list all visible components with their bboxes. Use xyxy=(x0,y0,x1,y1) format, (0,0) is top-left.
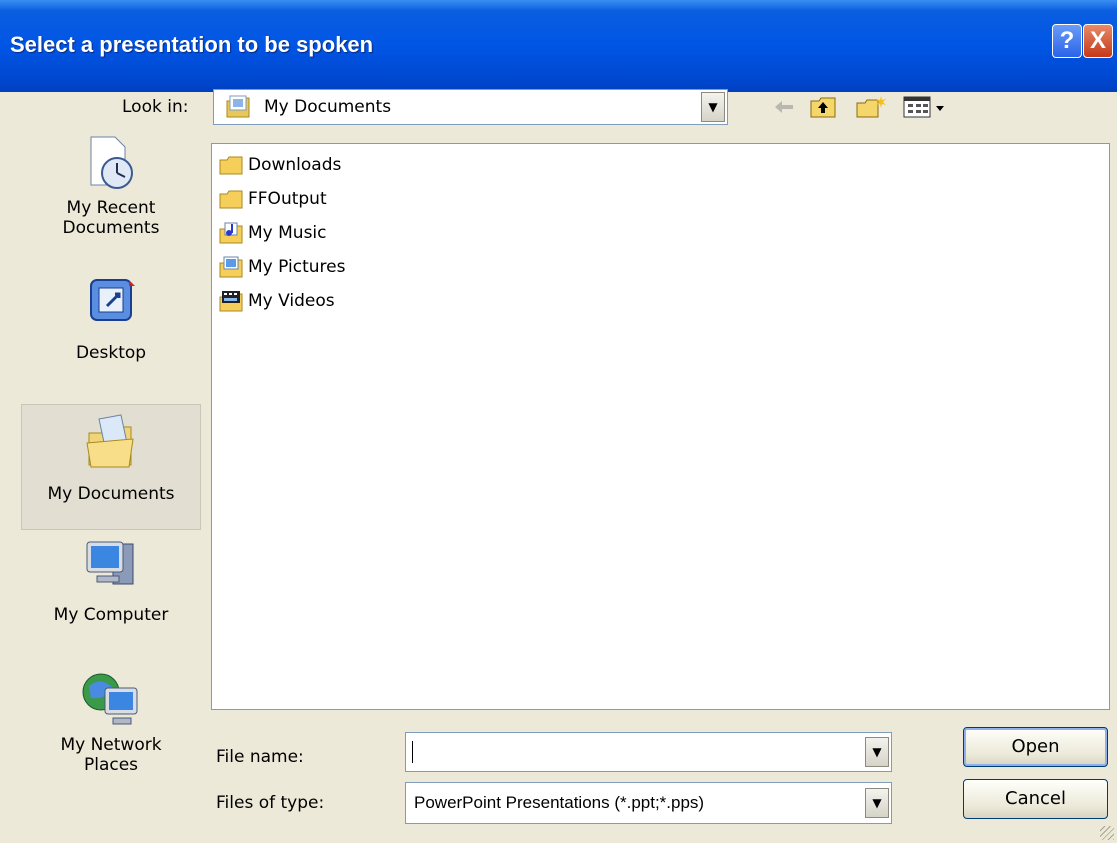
place-label-line1: My Recent xyxy=(66,198,156,218)
folder-icon xyxy=(219,156,243,175)
pictures-folder-icon xyxy=(219,256,243,278)
desktop-icon xyxy=(90,279,135,321)
places-bar: My Recent Documents Desktop My Documents xyxy=(21,131,201,841)
file-name-field[interactable]: ▼ xyxy=(405,732,892,772)
files-of-type-dropdown-button[interactable]: ▼ xyxy=(865,788,889,818)
file-name-label: File name: xyxy=(216,747,304,767)
file-list[interactable]: Downloads FFOutput My Music My Pictures … xyxy=(211,143,1110,710)
music-folder-icon xyxy=(219,222,243,244)
place-label-line2: Documents xyxy=(62,218,160,238)
list-item[interactable]: My Pictures xyxy=(218,252,345,282)
up-folder-icon[interactable] xyxy=(808,94,838,120)
place-label: Desktop xyxy=(75,343,147,363)
my-documents-icon xyxy=(224,94,252,124)
file-name: Downloads xyxy=(248,155,342,175)
look-in-value: My Documents xyxy=(264,97,392,117)
list-item[interactable]: Downloads xyxy=(218,150,341,180)
my-documents-icon xyxy=(86,414,134,468)
place-label: My Computer xyxy=(53,605,169,625)
look-in-dropdown-button[interactable]: ▼ xyxy=(701,92,725,122)
text-caret xyxy=(412,741,413,763)
folder-icon xyxy=(219,190,243,209)
files-of-type-select[interactable]: PowerPoint Presentations (*.ppt;*.pps) ▼ xyxy=(405,782,892,824)
cancel-button[interactable]: Cancel xyxy=(963,779,1108,819)
place-my-computer[interactable]: My Computer xyxy=(21,536,201,646)
look-in-combo[interactable]: My Documents ▼ xyxy=(213,89,728,125)
back-arrow-icon[interactable] xyxy=(771,94,797,120)
videos-folder-icon xyxy=(219,291,243,312)
file-name-dropdown-button[interactable]: ▼ xyxy=(865,737,889,767)
window-title: Select a presentation to be spoken xyxy=(10,32,374,57)
recent-documents-icon xyxy=(90,136,133,189)
place-desktop[interactable]: Desktop xyxy=(21,274,201,394)
list-item[interactable]: My Music xyxy=(218,218,327,248)
files-of-type-label: Files of type: xyxy=(216,793,325,813)
title-bar[interactable]: Select a presentation to be spoken ? X xyxy=(0,0,1117,92)
chevron-down-icon: ▼ xyxy=(872,745,882,759)
open-dialog: Select a presentation to be spoken ? X L… xyxy=(0,0,1117,843)
file-name: My Pictures xyxy=(248,257,346,277)
file-name: My Videos xyxy=(248,291,335,311)
look-in-label: Look in: xyxy=(122,97,189,117)
place-network-places[interactable]: My Network Places xyxy=(21,666,201,796)
list-item[interactable]: My Videos xyxy=(218,286,335,316)
file-name: FFOutput xyxy=(248,189,327,209)
list-item[interactable]: FFOutput xyxy=(218,184,327,214)
help-button[interactable]: ? xyxy=(1052,24,1082,58)
open-button[interactable]: Open xyxy=(963,727,1108,767)
place-recent-documents[interactable]: My Recent Documents xyxy=(21,131,201,271)
chevron-down-icon: ▼ xyxy=(872,796,882,810)
chevron-down-icon: ▼ xyxy=(708,100,718,114)
resize-grip[interactable] xyxy=(1100,826,1114,840)
my-computer-icon xyxy=(86,541,134,585)
views-menu-icon[interactable] xyxy=(902,94,950,120)
close-button[interactable]: X xyxy=(1083,24,1113,58)
new-folder-icon[interactable] xyxy=(854,94,888,120)
place-label-line2: Places xyxy=(83,755,139,775)
file-name: My Music xyxy=(248,223,327,243)
files-of-type-value: PowerPoint Presentations (*.ppt;*.pps) xyxy=(414,793,705,812)
place-label-line1: My Network xyxy=(60,735,162,755)
place-my-documents[interactable]: My Documents xyxy=(21,404,201,530)
place-label: My Documents xyxy=(47,484,175,504)
network-places-icon xyxy=(82,673,138,725)
